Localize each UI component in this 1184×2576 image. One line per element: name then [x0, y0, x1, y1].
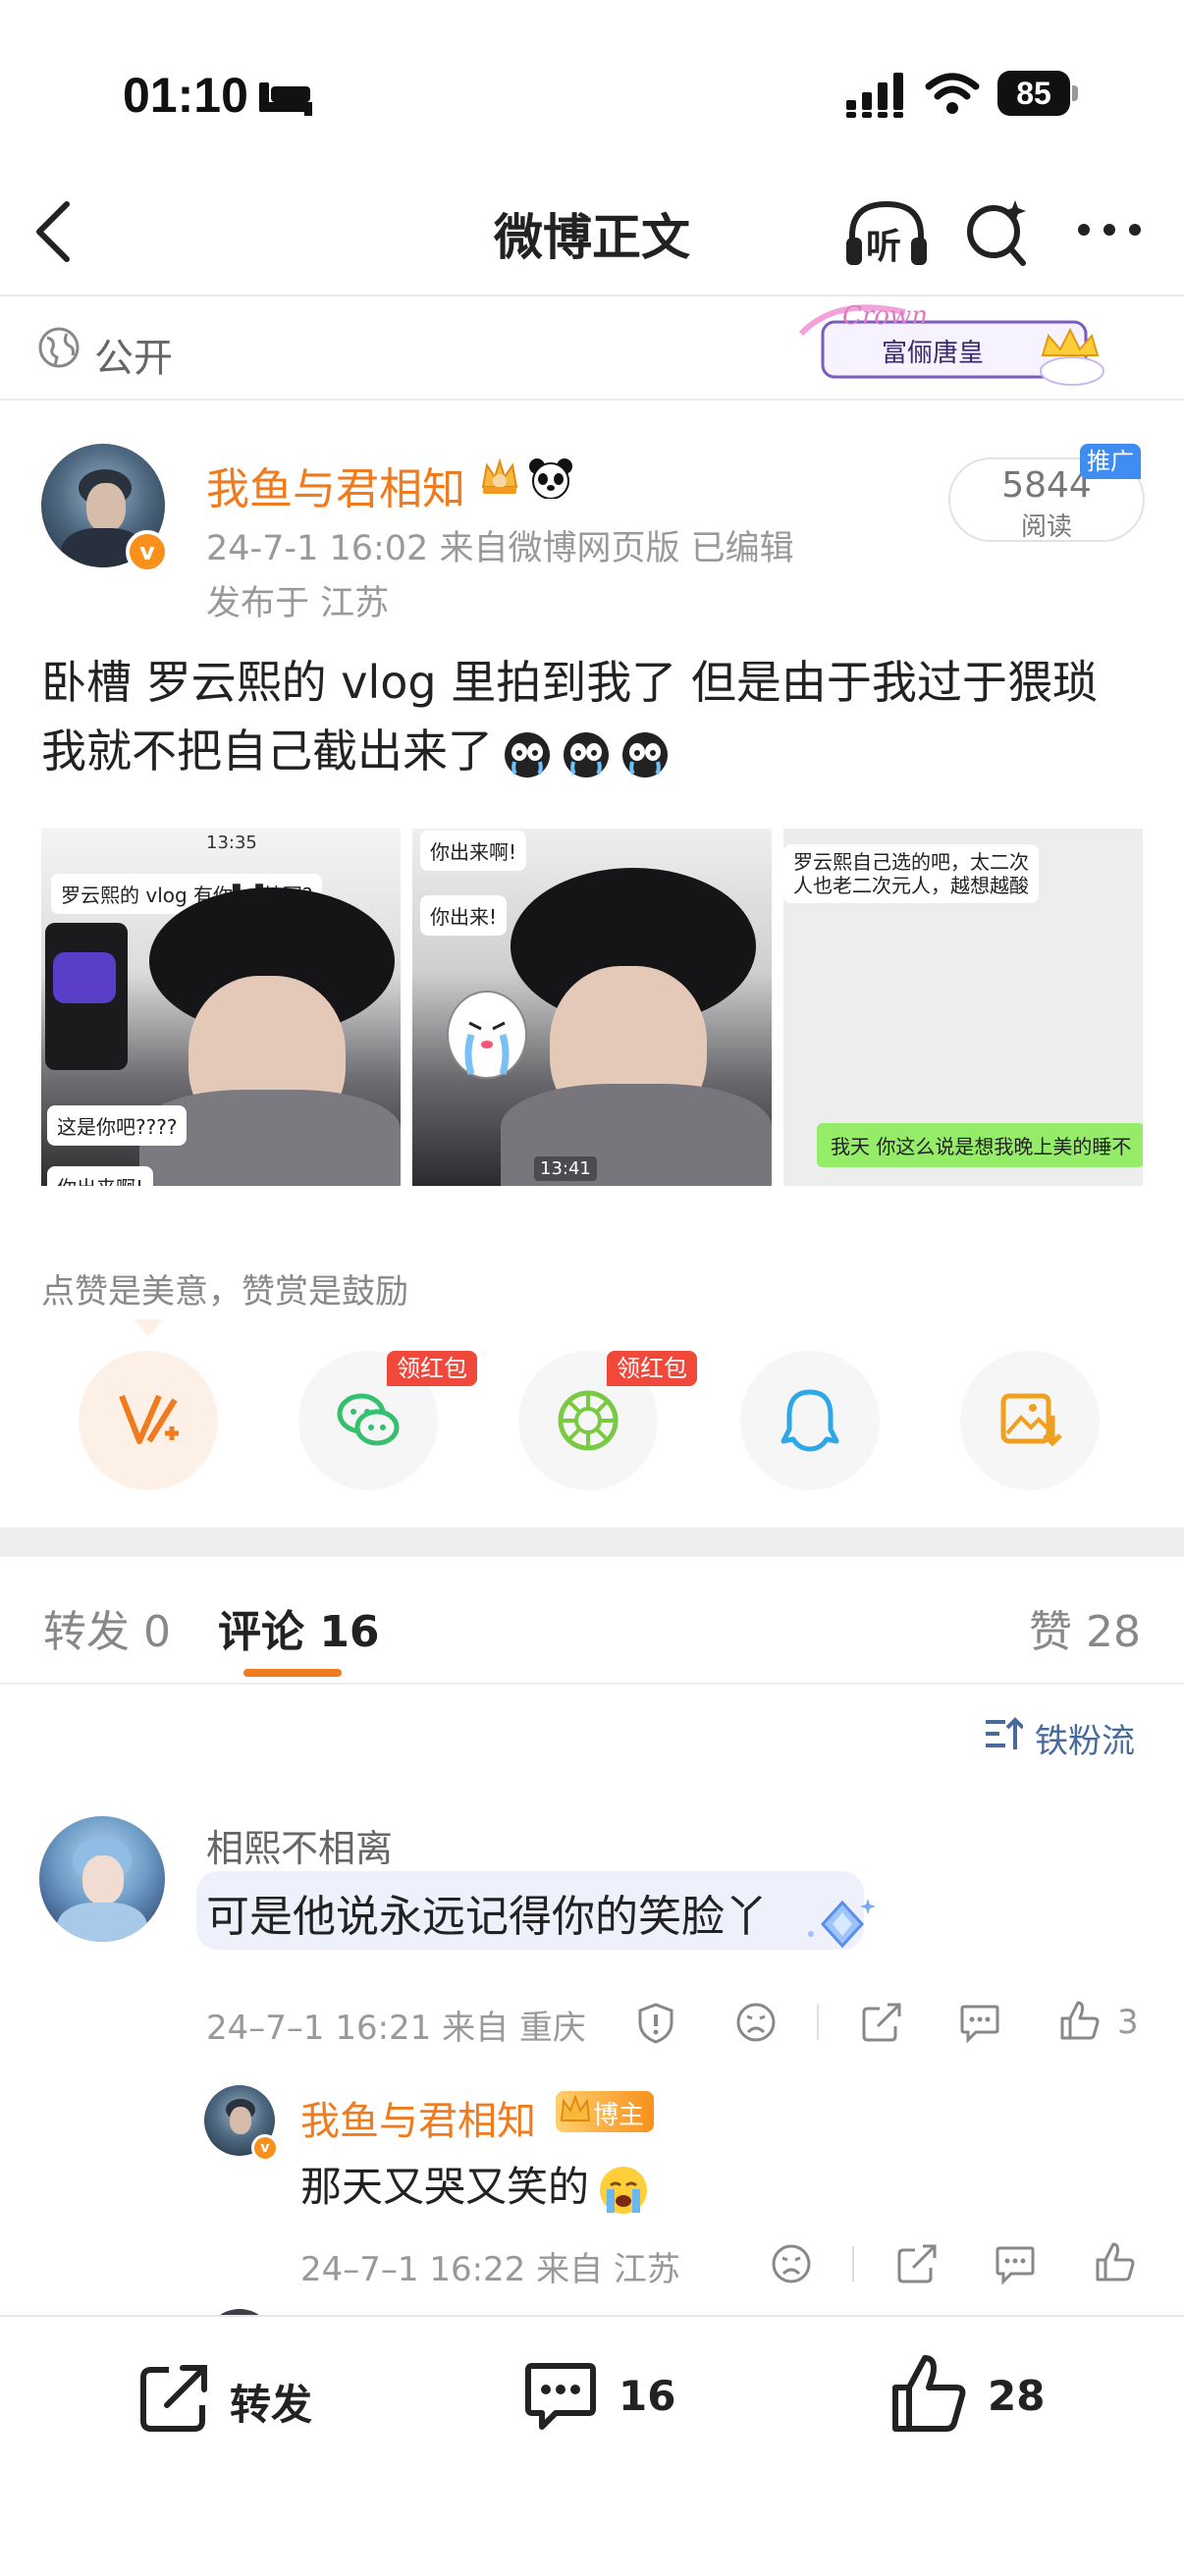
- share-qq-button[interactable]: [740, 1351, 880, 1490]
- pointer-triangle-icon: [134, 1319, 163, 1337]
- reply-icon[interactable]: [994, 2242, 1037, 2285]
- share-icon[interactable]: [860, 2001, 903, 2044]
- action-separator: [852, 2246, 854, 2281]
- report-icon[interactable]: [634, 2001, 677, 2044]
- wifi-icon: [925, 73, 980, 114]
- bottom-like-button[interactable]: 28: [889, 2352, 1066, 2441]
- reply-author-name[interactable]: 我鱼与君相知: [300, 2089, 536, 2146]
- section-gap: [0, 1528, 1184, 1557]
- verified-badge: v: [251, 2134, 279, 2162]
- action-separator: [817, 2005, 819, 2040]
- thumbs-up-icon: [892, 2355, 966, 2432]
- sort-label[interactable]: 铁粉流: [1035, 1714, 1135, 1762]
- dislike-face-icon[interactable]: [770, 2242, 813, 2285]
- post-meta: 24-7-1 16:02 来自微博网页版 已编辑: [206, 529, 794, 568]
- sleep-focus-icon: [259, 82, 312, 116]
- image-chat-bubble: 这是你吧????: [47, 1105, 188, 1146]
- red-packet-tag: 领红包: [607, 1351, 697, 1386]
- bottom-comment-button[interactable]: 16: [522, 2352, 699, 2441]
- tab-like[interactable]: 赞 28: [1029, 1596, 1141, 1659]
- bottom-comment-count: 16: [619, 2372, 676, 2420]
- crying-emoji-icon: [505, 731, 550, 778]
- like-icon[interactable]: [1094, 2240, 1137, 2283]
- dislike-face-icon[interactable]: [734, 2001, 778, 2044]
- post-image-2[interactable]: 你出来啊! 你出来! 13:41: [412, 829, 772, 1186]
- bottom-forward-label: 转发: [230, 2381, 313, 2429]
- save-image-icon: [1000, 1393, 1062, 1447]
- crying-emoji-icon: [564, 731, 609, 778]
- comment-text: 可是他说永远记得你的笑脸丫: [206, 1892, 768, 1942]
- search-icon[interactable]: [962, 194, 1033, 269]
- promo-badge: 推广: [1080, 444, 1141, 479]
- reply-text: 那天又哭又笑的: [300, 2154, 650, 2217]
- post-text-line-1: 卧槽 罗云熙的 vlog 里拍到我了 但是由于我过于猥琐: [41, 656, 1098, 709]
- tip-button[interactable]: [79, 1351, 218, 1490]
- visibility-label: 公开: [94, 336, 173, 381]
- author-tag-label: 博主: [593, 2101, 645, 2130]
- image-chat-bubble: 你出来啊!: [47, 1166, 154, 1186]
- post-image-1[interactable]: 13:35 罗云熙的 vlog 有你▚▞特写? 这是你吧???? 你出来啊!: [41, 829, 401, 1186]
- bottom-forward-button[interactable]: 转发: [137, 2352, 353, 2441]
- reply-text-body: 那天又哭又笑的: [300, 2163, 590, 2211]
- gem-decoration-icon: [808, 1899, 876, 1949]
- reply-icon[interactable]: [958, 2001, 1001, 2044]
- reply-meta: 24–7–1 16:22 来自 江苏: [300, 2250, 680, 2289]
- image-chat-bubble: 你出来!: [420, 895, 508, 936]
- listen-button[interactable]: 听: [842, 196, 931, 275]
- sort-icon[interactable]: [984, 1716, 1023, 1753]
- image-chat-bubble-green: 我天 你这么说是想我晚上美的睡不: [817, 1123, 1143, 1167]
- bottom-like-count: 28: [988, 2372, 1046, 2420]
- image-timestamp: 13:35: [206, 832, 257, 853]
- comment-meta: 24–7–1 16:21 来自 重庆: [206, 2009, 586, 2048]
- share-icon[interactable]: [895, 2242, 939, 2285]
- support-text: 点赞是美意，赞赏是鼓励: [41, 1272, 408, 1312]
- image-chat-line: 人也老二次元人，越想越酸: [793, 874, 1029, 897]
- tab-divider: [0, 1683, 1184, 1685]
- tab-forward[interactable]: 转发 0: [43, 1596, 171, 1659]
- image-chat-bubble: 你出来啊!: [420, 831, 527, 871]
- svg-text:富俪唐皇: 富俪唐皇: [882, 339, 984, 368]
- image-chat-line: 罗云熙自己选的吧，太二次: [793, 850, 1029, 874]
- post-text-line-2: 我就不把自己截出来了: [41, 724, 493, 778]
- panda-icon: [529, 458, 572, 499]
- comment-icon: [525, 2363, 596, 2430]
- listen-label: 听: [866, 227, 902, 267]
- red-packet-tag: 领红包: [387, 1351, 477, 1386]
- qq-icon: [780, 1389, 839, 1452]
- save-image-button[interactable]: [960, 1351, 1100, 1490]
- battery-icon: 85: [997, 71, 1080, 116]
- post-location: 发布于 江苏: [206, 584, 390, 623]
- like-icon[interactable]: [1058, 1999, 1102, 2042]
- read-label: 阅读: [1020, 512, 1072, 542]
- tab-comment[interactable]: 评论 16: [218, 1596, 380, 1659]
- crying-sticker-icon: [447, 991, 527, 1079]
- crown-icon: [481, 457, 518, 494]
- active-tab-indicator: [243, 1669, 342, 1677]
- post-text: 卧槽 罗云熙的 vlog 里拍到我了 但是由于我过于猥琐 我就不把自己截出来了: [41, 648, 1151, 785]
- author-name[interactable]: 我鱼与君相知: [206, 454, 465, 516]
- signal-icon: [846, 73, 903, 118]
- crown-decoration-icon: Crown 富俪唐皇: [798, 301, 1104, 386]
- vplus-icon: [119, 1394, 179, 1444]
- status-time: 01:10: [123, 68, 248, 123]
- crying-face-icon: [600, 2166, 648, 2214]
- battery-level: 85: [997, 71, 1070, 116]
- post-image-3[interactable]: 罗云熙自己选的吧，太二次 人也老二次元人，越想越酸 我天 你这么说是想我晚上美的…: [783, 829, 1143, 1186]
- commenter-avatar[interactable]: [39, 1816, 165, 1942]
- crying-emoji-icon: [622, 731, 668, 778]
- author-tag: 博主: [556, 2091, 654, 2132]
- svg-text:Crown: Crown: [842, 301, 928, 331]
- commenter-name[interactable]: 相熙不相离: [206, 1818, 393, 1872]
- globe-icon: [38, 327, 80, 368]
- verified-badge: v: [126, 530, 169, 573]
- section-divider: [0, 399, 1184, 401]
- comment-like-count: 3: [1117, 2003, 1139, 2042]
- moments-icon: [558, 1390, 619, 1451]
- more-options-icon[interactable]: [1076, 222, 1143, 238]
- wechat-icon: [337, 1393, 400, 1446]
- crown-icon: [560, 2095, 591, 2121]
- image-timestamp: 13:41: [534, 1156, 597, 1181]
- forward-icon: [140, 2365, 207, 2432]
